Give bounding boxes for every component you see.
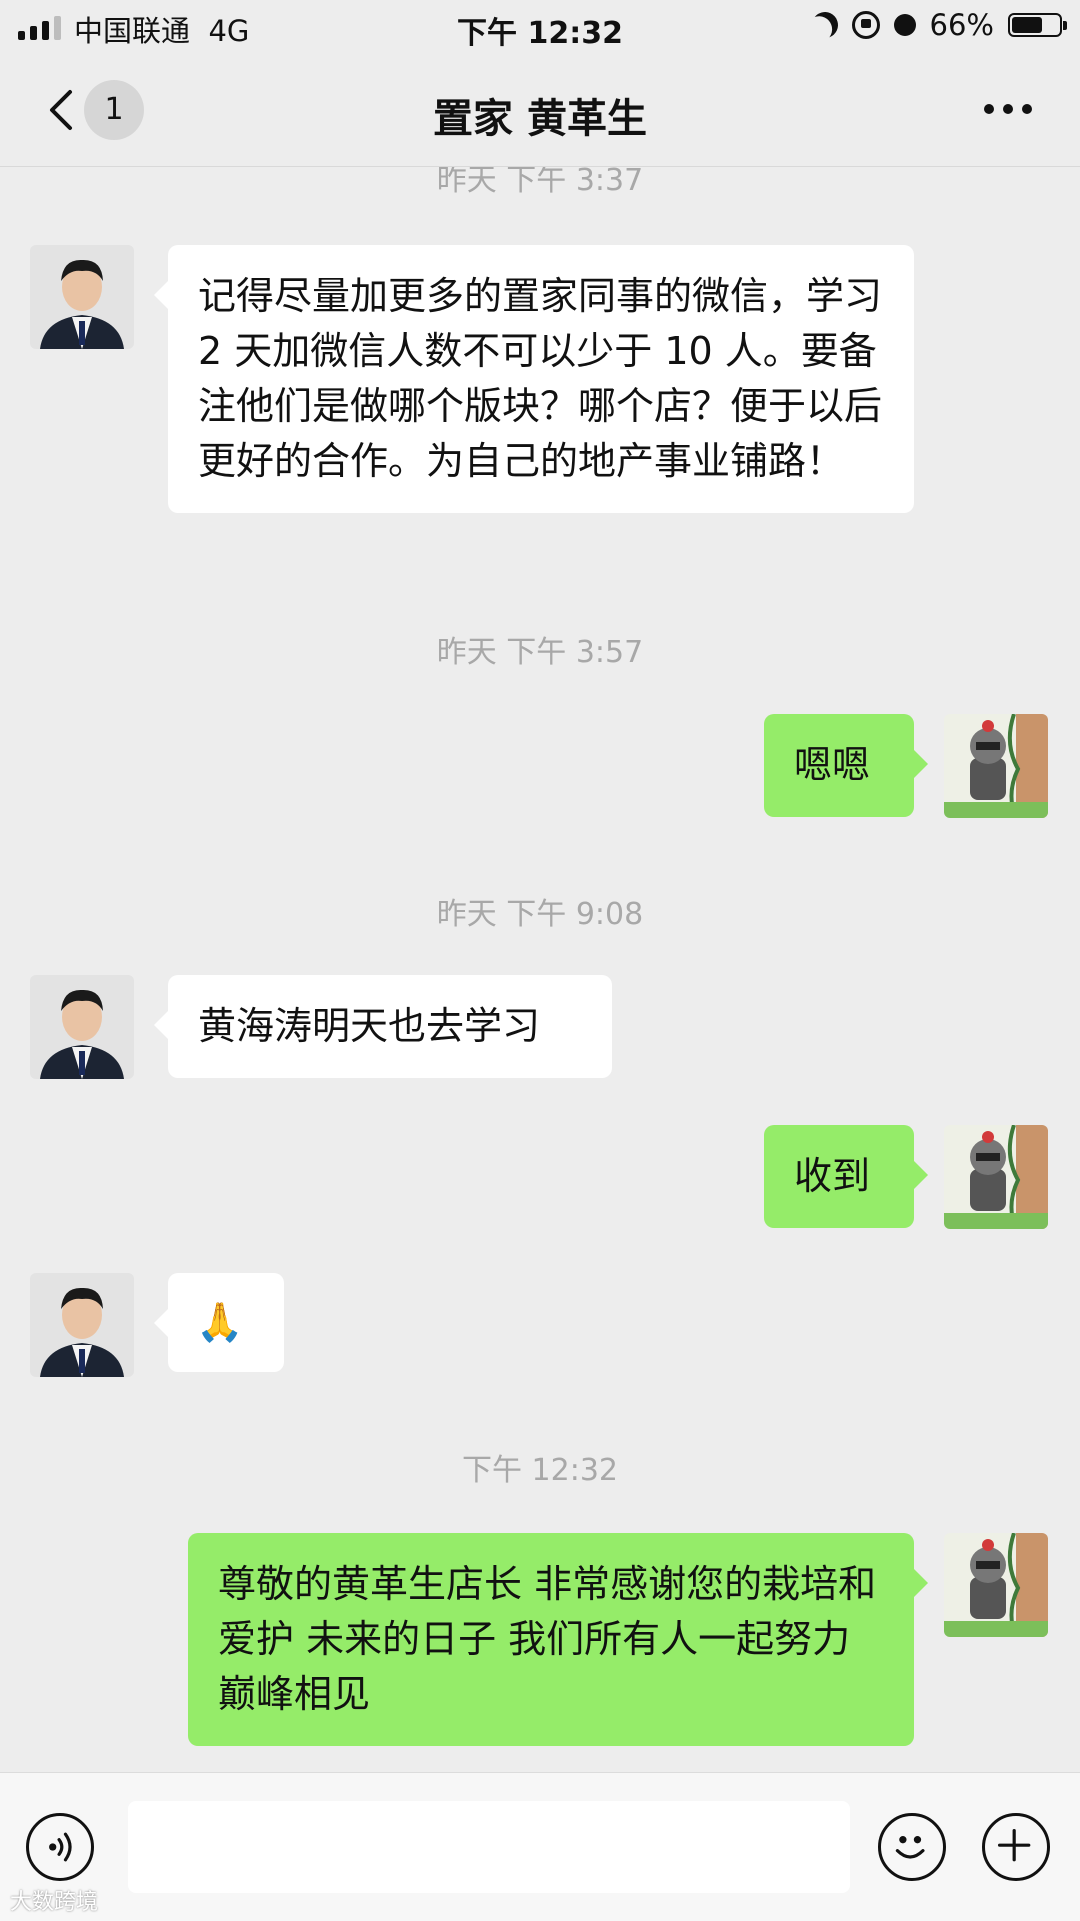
chat-title: 置家 黄革生 <box>433 96 647 142</box>
message-list[interactable]: 昨天 下午 3:37 记得尽量加更多的置家同事的微信，学习 2 天加微信人数不可… <box>0 167 1080 1772</box>
message-text-input[interactable] <box>128 1801 850 1893</box>
status-bar: 中国联通 4G 下午 12:32 66% <box>0 0 1080 56</box>
status-icons: 66% <box>812 8 1067 42</box>
contact-avatar[interactable] <box>30 1273 134 1377</box>
watermark: 大数跨境 <box>10 1890 99 1915</box>
contact-avatar[interactable] <box>30 245 134 349</box>
rotation-lock-icon <box>851 11 880 39</box>
battery-fill <box>1012 17 1043 33</box>
voice-icon[interactable] <box>26 1813 94 1881</box>
plus-icon[interactable] <box>982 1813 1050 1881</box>
do-not-disturb-icon <box>808 8 841 41</box>
more-dots-icon[interactable] <box>984 104 1032 114</box>
user-avatar[interactable] <box>944 1533 1048 1637</box>
outgoing-message[interactable]: 嗯嗯 <box>764 714 928 817</box>
chat-header: 1 置家 黄革生 <box>0 56 1080 167</box>
contact-avatar[interactable] <box>30 975 134 1079</box>
message-input-bar <box>0 1772 1080 1921</box>
incoming-message[interactable]: 黄海涛明天也去学习 <box>154 975 612 1078</box>
incoming-message[interactable]: 记得尽量加更多的置家同事的微信，学习 2 天加微信人数不可以少于 10 人。要备… <box>154 245 914 513</box>
timestamp: 昨天 下午 9:08 <box>436 897 644 932</box>
user-avatar[interactable] <box>944 714 1048 818</box>
outgoing-message[interactable]: 收到 <box>764 1125 928 1228</box>
alarm-icon <box>893 14 916 36</box>
user-avatar[interactable] <box>944 1125 1048 1229</box>
timestamp: 昨天 下午 3:57 <box>436 635 644 670</box>
emoji-icon[interactable] <box>878 1813 946 1881</box>
battery-percent: 66% <box>929 8 994 42</box>
timestamp: 昨天 下午 3:37 <box>436 167 644 198</box>
timestamp: 下午 12:32 <box>462 1453 618 1488</box>
incoming-message[interactable]: 🙏 <box>154 1273 284 1372</box>
outgoing-message[interactable]: 尊敬的黄革生店长 非常感谢您的栽培和爱护 未来的日子 我们所有人一起努力 巅峰相… <box>188 1533 928 1746</box>
battery-icon <box>1008 13 1067 37</box>
